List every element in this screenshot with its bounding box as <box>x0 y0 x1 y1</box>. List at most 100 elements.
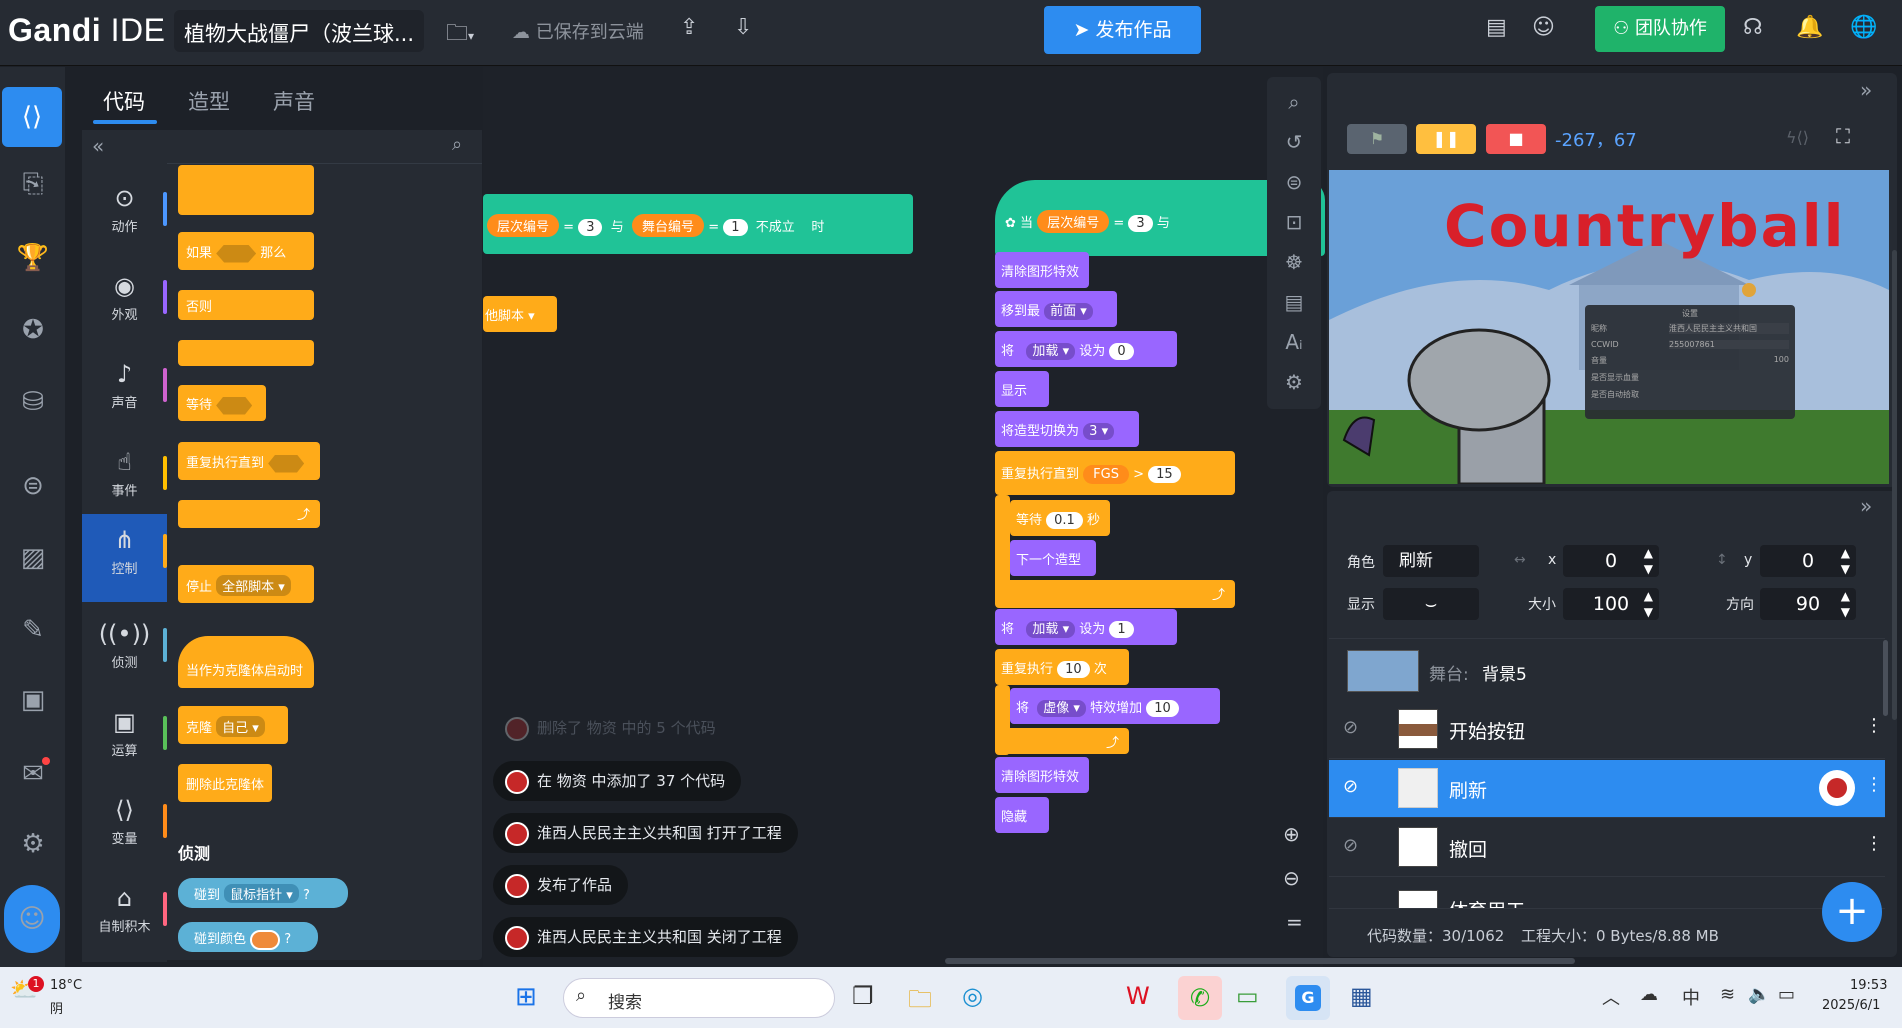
workspace-partial-block[interactable]: 他脚本 ▾ <box>483 296 557 332</box>
ime-indicator[interactable]: 中 <box>1682 984 1700 1010</box>
task-view-icon[interactable]: ❐ <box>852 982 874 1010</box>
collapse-icon[interactable]: « <box>92 134 104 158</box>
x-input[interactable]: 0 ▲ ▼ <box>1563 545 1659 577</box>
expand-icon[interactable]: » <box>1860 78 1872 102</box>
sprite-row-selected[interactable]: ⊘ 刷新 ⋮ <box>1329 760 1885 818</box>
workspace-condition-block[interactable]: 层次编号 = 3 与 舞台编号 = 1 不成立 时 <box>483 194 913 254</box>
stop-button[interactable]: ■ <box>1486 124 1546 154</box>
clone-dropdown[interactable]: 自己 ▾ <box>216 716 265 737</box>
show-block[interactable]: 显示 <box>995 371 1049 407</box>
badge-icon[interactable]: ✪ <box>12 309 54 351</box>
publish-button[interactable]: ➤ 发布作品 <box>1044 6 1201 54</box>
fullscreen-icon[interactable]: ⛶ <box>1836 124 1850 148</box>
brush-icon[interactable]: ✎ <box>12 609 54 651</box>
notice-icon[interactable]: ✉ <box>12 753 54 795</box>
taskbar-search[interactable]: ⌕ 搜索 <box>563 978 835 1018</box>
set-loading-block[interactable]: 将 加载 ▾ 设为 0 <box>995 331 1177 367</box>
sprite-row[interactable]: ⊘ 撤回 ⋮ <box>1329 819 1885 877</box>
palette-touching-color-block[interactable]: 碰到颜色 ? <box>178 922 318 952</box>
gandi-taskbar-icon[interactable]: G <box>1286 976 1330 1020</box>
repeat-block[interactable]: 重复执行 10 次 <box>995 649 1129 685</box>
palette-block-top-c[interactable] <box>178 165 314 215</box>
green-flag-button[interactable]: ⚑ <box>1347 124 1407 154</box>
change-effect-block[interactable]: 将 虚像 ▾ 特效增加 10 <box>1010 688 1220 724</box>
category-sound[interactable]: ♪ 声音 <box>82 348 167 432</box>
loading-var-dropdown[interactable]: 加载 ▾ <box>1026 343 1076 360</box>
category-operators[interactable]: ▣ 运算 <box>82 696 167 780</box>
edge-icon[interactable]: ◎ <box>962 982 983 1010</box>
sprite-name-input[interactable]: 刷新 <box>1383 545 1479 577</box>
clock-time[interactable]: 19:53 <box>1850 978 1887 993</box>
search-icon[interactable]: ⌕ <box>452 134 462 155</box>
tab-sound[interactable]: 声音 <box>273 86 315 116</box>
stepper-icon[interactable]: ▲ ▼ <box>1644 588 1653 620</box>
palette-if-block[interactable]: 如果 那么 <box>178 232 314 270</box>
windows-start-icon[interactable]: ⊞ <box>515 982 537 1012</box>
more-icon[interactable]: ⋮ <box>1865 833 1883 854</box>
loading-var-dropdown-2[interactable]: 加载 ▾ <box>1026 621 1076 638</box>
stage-row[interactable]: 舞台: 背景5 <box>1329 642 1885 700</box>
palette-touching-block[interactable]: 碰到 鼠标指针 ▾ ? <box>178 878 348 908</box>
switch-costume-block[interactable]: 将造型切换为 3 ▾ <box>995 411 1139 447</box>
history-doc-icon[interactable]: ▤ <box>1486 15 1507 40</box>
zoom-reset-icon[interactable]: = <box>1286 910 1303 934</box>
category-looks[interactable]: ◉ 外观 <box>82 260 167 344</box>
zoom-in-icon[interactable]: ⊕ <box>1283 822 1300 846</box>
sprite-row[interactable]: 体育用工 <box>1329 878 1885 908</box>
image-icon[interactable]: ▨ <box>12 537 54 579</box>
stepper-icon[interactable]: ▲ ▼ <box>1841 588 1850 620</box>
tab-code[interactable]: 代码 <box>103 86 145 116</box>
set-loading-block-2[interactable]: 将 加载 ▾ 设为 1 <box>995 609 1177 645</box>
monitor-app-icon[interactable]: ▭ <box>1236 982 1259 1010</box>
eye-off-icon[interactable]: ⊘ <box>1343 776 1358 797</box>
gandi-doc-icon[interactable]: ▣ <box>12 679 54 721</box>
palette-else-block[interactable]: 否则 <box>178 290 314 320</box>
turbo-icon[interactable]: ϟ⟨⟩ <box>1786 128 1809 147</box>
repeat-until-block[interactable]: 重复执行直到 FGS > 15 <box>995 451 1235 495</box>
effect-dropdown[interactable]: 虚像 ▾ <box>1037 700 1086 717</box>
clear-effects-block[interactable]: 清除图形特效 <box>995 252 1089 288</box>
more-icon[interactable]: ⋮ <box>1865 715 1883 736</box>
cloud-sync-icon[interactable]: ☁ <box>1640 984 1658 1005</box>
code-editor-icon[interactable]: ⟨⟩ <box>2 87 62 147</box>
palette-delete-clone-block[interactable]: 删除此克隆体 <box>178 764 272 802</box>
eye-off-icon[interactable]: ⊘ <box>1343 835 1358 856</box>
palette-clone-start-hat[interactable]: 当作为克隆体启动时 <box>178 636 314 688</box>
y-input[interactable]: 0 ▲ ▼ <box>1760 545 1856 577</box>
clear-effects-block-2[interactable]: 清除图形特效 <box>995 757 1089 793</box>
bug-icon[interactable]: ☸ <box>1267 243 1321 281</box>
upload-icon[interactable]: ⇪ <box>680 15 698 40</box>
go-to-front-block[interactable]: 移到最 前面 ▾ <box>995 291 1117 327</box>
ai-icon[interactable]: Aᵢ <box>1267 323 1321 361</box>
size-input[interactable]: 100 ▲ ▼ <box>1563 588 1659 620</box>
history-icon[interactable]: ↺ <box>1267 123 1321 161</box>
battery-icon[interactable]: ▭ <box>1778 984 1795 1005</box>
palette-repeat-until-block[interactable]: 重复执行直到 <box>178 442 320 480</box>
calculator-icon[interactable]: ▦ <box>1350 982 1373 1010</box>
stepper-icon[interactable]: ▲ ▼ <box>1644 545 1653 577</box>
gear-icon[interactable]: ⚙ <box>12 823 54 865</box>
stage-canvas[interactable]: Countryball 设置 昵称 淮西人民民主主义共和国 CCWID 255007… <box>1329 170 1889 484</box>
stepper-icon[interactable]: ▲ ▼ <box>1841 545 1850 577</box>
chat-icon[interactable]: ☺ <box>1532 15 1555 40</box>
wait-block[interactable]: 等待 0.1 秒 <box>1010 500 1110 536</box>
costume-dropdown[interactable]: 3 ▾ <box>1083 423 1115 440</box>
folder-icon[interactable]: 🗀▾ <box>446 16 474 54</box>
team-collab-button[interactable]: ⚇ 团队协作 <box>1595 6 1725 52</box>
find-icon[interactable]: ⌕ <box>1267 83 1321 121</box>
category-sensing[interactable]: ((•)) 侦测 <box>82 608 167 692</box>
color-swatch[interactable] <box>250 929 281 950</box>
direction-input[interactable]: 90 ▲ ▼ <box>1760 588 1856 620</box>
zoom-out-icon[interactable]: ⊖ <box>1283 866 1300 890</box>
category-control[interactable]: ⋔ 控制 <box>82 514 167 602</box>
volume-icon[interactable]: 🔈 <box>1748 984 1770 1005</box>
panel-scrollbar[interactable] <box>1892 250 1897 720</box>
file-code-icon[interactable]: ⎘ <box>12 163 54 205</box>
next-costume-block[interactable]: 下一个造型 <box>1010 540 1096 576</box>
download-icon[interactable]: ⇩ <box>734 15 752 40</box>
category-my-blocks[interactable]: ⌂ 自制积木 <box>82 872 167 956</box>
document-icon[interactable]: ▤ <box>1267 283 1321 321</box>
trophy-icon[interactable]: 🏆 <box>12 237 54 279</box>
category-variables[interactable]: ⟨⟩ 变量 <box>82 784 167 868</box>
file-explorer-icon[interactable]: 🗀 <box>908 982 932 1023</box>
